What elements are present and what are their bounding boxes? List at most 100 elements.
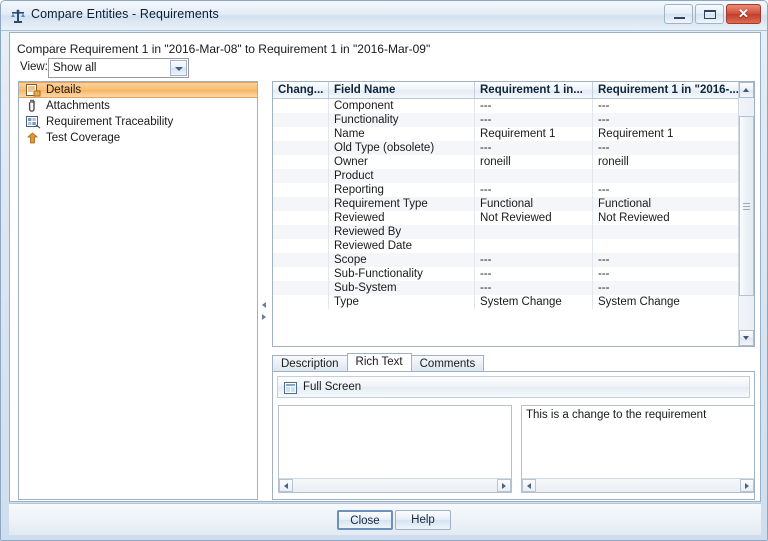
table-cell-left — [475, 169, 593, 183]
table-cell-field: Name — [329, 127, 475, 141]
table-cell-change — [273, 253, 329, 267]
table-row[interactable]: Name Requirement 1 Requirement 1 — [273, 127, 740, 141]
table-row[interactable]: Product — [273, 169, 740, 183]
sidebar: Details Attachments Requirement Traceabili… — [18, 81, 258, 500]
table-cell-left: --- — [475, 99, 593, 113]
chevron-down-icon[interactable] — [170, 60, 187, 76]
table-cell-left: --- — [475, 253, 593, 267]
table-cell-right — [593, 169, 740, 183]
sidebar-item-details[interactable]: Details — [19, 82, 257, 98]
table-vertical-scrollbar[interactable] — [738, 82, 754, 346]
table-cell-field: Sub-System — [329, 281, 475, 295]
close-button[interactable]: Close — [337, 510, 393, 530]
table-cell-change — [273, 197, 329, 211]
table-cell-right: roneill — [598, 156, 629, 168]
table-cell-right: System Change — [598, 296, 680, 308]
tab-strip: Description Rich Text Comments — [272, 353, 755, 372]
table-row[interactable]: Scope --- --- — [273, 253, 740, 267]
table-cell-right: --- — [598, 254, 610, 266]
scroll-down-button[interactable] — [739, 330, 754, 346]
column-header[interactable]: Chang... — [273, 82, 329, 98]
table-cell-field: Product — [329, 169, 475, 183]
right-pane-horizontal-scrollbar[interactable] — [522, 478, 754, 492]
table-cell-change — [273, 239, 329, 253]
sidebar-item-requirement-traceability[interactable]: Requirement Traceability — [19, 114, 257, 130]
scroll-up-button[interactable] — [739, 82, 754, 98]
close-icon: ✕ — [738, 6, 749, 21]
test-coverage-icon — [25, 131, 41, 145]
rich-text-toolbar: Full Screen — [277, 376, 750, 398]
arrow-right-icon — [502, 482, 506, 489]
table-row[interactable]: Old Type (obsolete) --- --- — [273, 141, 740, 155]
traceability-icon — [25, 115, 41, 129]
right-version-text-pane[interactable]: This is a change to the requirement — [521, 405, 754, 493]
column-header[interactable]: Requirement 1 in... — [475, 82, 593, 98]
table-cell-field: Sub-Functionality — [329, 267, 475, 281]
table-cell-change — [273, 225, 329, 239]
table-row[interactable]: Type System Change System Change — [273, 295, 740, 309]
table-cell-field: Requirement Type — [329, 197, 475, 211]
table-header-row: Chang... Field Name Requirement 1 in... Req… — [273, 82, 740, 99]
table-cell-change — [273, 281, 329, 295]
table-cell-change — [273, 169, 329, 183]
maximize-icon — [704, 10, 716, 19]
table-row[interactable]: Component --- --- — [273, 99, 740, 113]
minimize-button[interactable] — [664, 4, 693, 24]
scroll-right-button[interactable] — [497, 479, 511, 492]
arrow-left-icon — [527, 482, 531, 489]
table-row[interactable]: Reviewed Date — [273, 239, 740, 253]
splitter-collapse-right-icon[interactable] — [262, 314, 266, 320]
tab-rich-text[interactable]: Rich Text — [346, 353, 412, 371]
scroll-left-button[interactable] — [522, 479, 536, 492]
fullscreen-icon — [284, 381, 297, 394]
scroll-right-button[interactable] — [740, 479, 754, 492]
sidebar-item-attachments[interactable]: Attachments — [19, 98, 257, 114]
sidebar-item-test-coverage[interactable]: Test Coverage — [19, 130, 257, 146]
column-header[interactable]: Field Name — [329, 82, 475, 98]
close-window-button[interactable]: ✕ — [726, 4, 761, 24]
table-row[interactable]: Reviewed Not Reviewed Not Reviewed — [273, 211, 740, 225]
table-row[interactable]: Sub-Functionality --- --- — [273, 267, 740, 281]
splitter-handle[interactable] — [260, 81, 269, 500]
maximize-button[interactable] — [695, 4, 724, 24]
help-button[interactable]: Help — [395, 510, 451, 530]
details-icon — [25, 83, 41, 97]
tab-content: Full Screen This is a change to the requ… — [272, 372, 755, 500]
left-pane-horizontal-scrollbar[interactable] — [279, 478, 511, 492]
tab-description[interactable]: Description — [272, 355, 348, 371]
splitter-collapse-left-icon[interactable] — [262, 302, 266, 308]
tab-comments[interactable]: Comments — [410, 355, 485, 371]
table-cell-change — [273, 155, 329, 169]
table-cell-field: Reviewed By — [329, 225, 475, 239]
table-row[interactable]: Requirement Type Functional Functional — [273, 197, 740, 211]
column-header[interactable]: Requirement 1 in "2016-... — [593, 82, 740, 98]
window-title: Compare Entities - Requirements — [31, 7, 219, 21]
table-cell-left: System Change — [475, 295, 593, 309]
table-cell-field: Functionality — [329, 113, 475, 127]
view-select[interactable]: Show all — [48, 58, 189, 78]
table-cell-change — [273, 113, 329, 127]
table-cell-field: Owner — [329, 155, 475, 169]
table-cell-left: --- — [475, 267, 593, 281]
table-cell-right: --- — [598, 184, 610, 196]
table-cell-change — [273, 295, 329, 309]
table-row[interactable]: Functionality --- --- — [273, 113, 740, 127]
view-label: View: — [20, 61, 48, 73]
scroll-left-button[interactable] — [279, 479, 293, 492]
left-version-text-pane[interactable] — [278, 405, 512, 493]
table-cell-left: --- — [475, 183, 593, 197]
full-screen-button[interactable]: Full Screen — [278, 377, 367, 397]
table-row[interactable]: Reporting --- --- — [273, 183, 740, 197]
scrollbar-thumb[interactable] — [739, 116, 754, 296]
compare-caption: Compare Requirement 1 in "2016-Mar-08" t… — [17, 42, 431, 56]
table-cell-right — [593, 225, 740, 239]
table-cell-right: --- — [598, 268, 610, 280]
table-cell-change — [273, 127, 329, 141]
table-cell-right: Functional — [598, 198, 652, 210]
table-row[interactable]: Owner roneill roneill — [273, 155, 740, 169]
table-row[interactable]: Reviewed By — [273, 225, 740, 239]
table-row[interactable]: Sub-System --- --- — [273, 281, 740, 295]
table-cell-change — [273, 183, 329, 197]
table-cell-left — [475, 239, 593, 253]
table-cell-change — [273, 267, 329, 281]
